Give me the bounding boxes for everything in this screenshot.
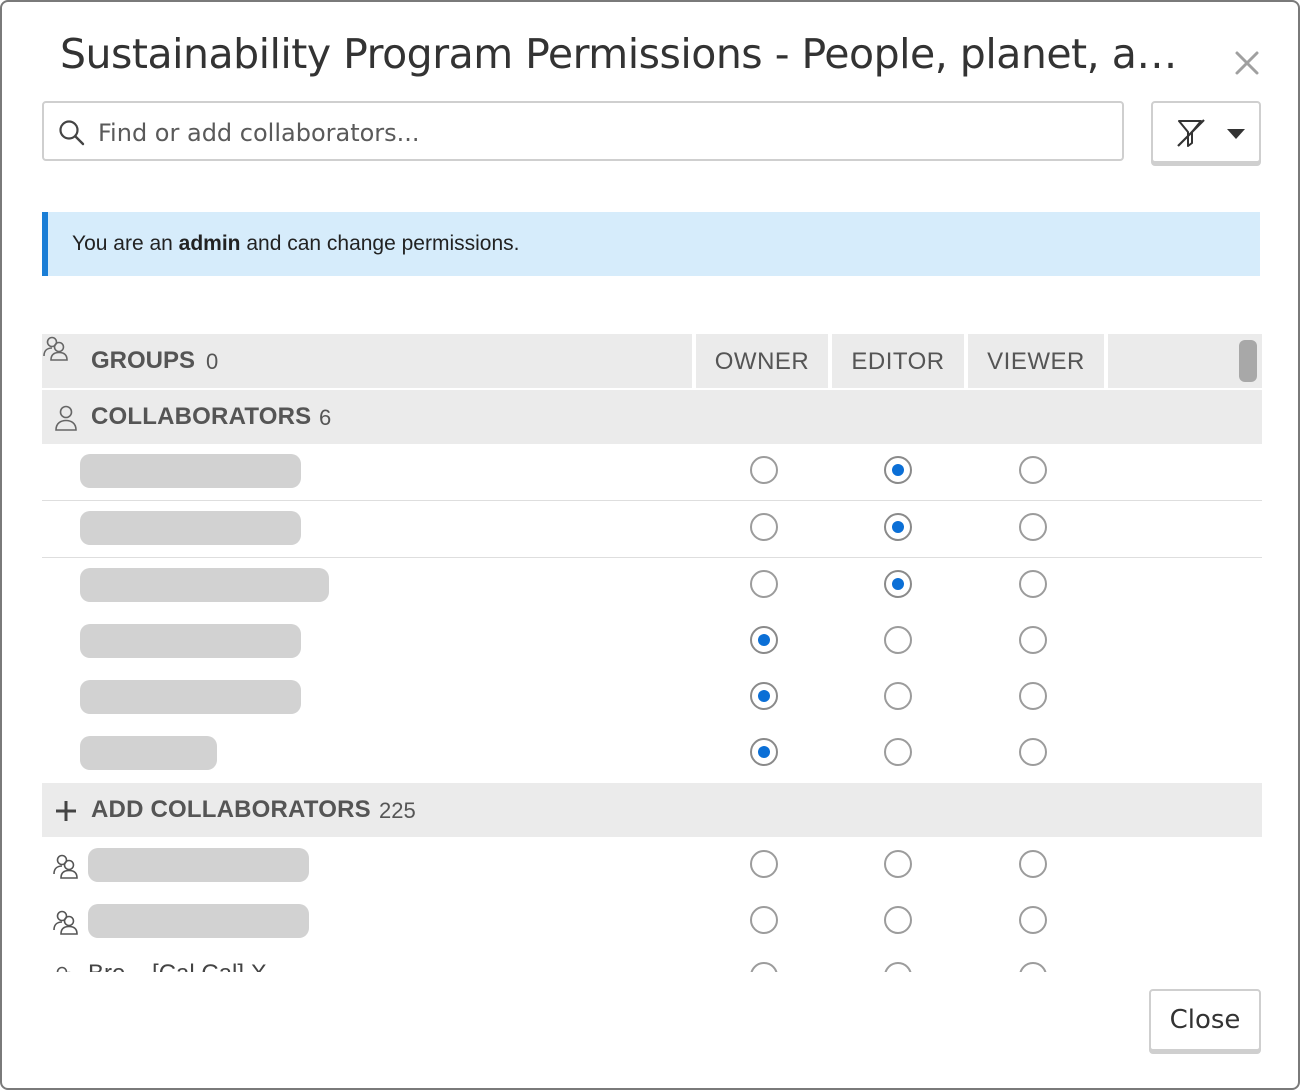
editor-radio[interactable] xyxy=(884,962,912,972)
collaborators-label: COLLABORATORS xyxy=(91,403,312,430)
owner-radio[interactable] xyxy=(750,626,778,654)
viewer-radio[interactable] xyxy=(1019,738,1047,766)
table-row xyxy=(42,670,1262,727)
owner-radio[interactable] xyxy=(750,570,778,598)
editor-radio[interactable] xyxy=(884,570,912,598)
owner-radio[interactable] xyxy=(750,738,778,766)
table-header: GROUPS 0 OWNER EDITOR VIEWER xyxy=(42,334,1262,390)
group-icon xyxy=(52,908,80,936)
filter-off-icon xyxy=(1175,117,1207,149)
table-row xyxy=(42,726,1262,782)
plus-icon xyxy=(52,797,80,825)
table-row xyxy=(42,444,1262,501)
viewer-radio[interactable] xyxy=(1019,682,1047,710)
owner-radio[interactable] xyxy=(750,962,778,972)
permissions-dialog: Sustainability Program Permissions - Peo… xyxy=(0,0,1300,1090)
group-icon xyxy=(52,964,80,972)
viewer-radio[interactable] xyxy=(1019,962,1047,972)
scrollbar-thumb[interactable] xyxy=(1239,340,1257,382)
viewer-radio[interactable] xyxy=(1019,626,1047,654)
collaborator-search xyxy=(42,101,1124,161)
owner-radio[interactable] xyxy=(750,682,778,710)
viewer-column-header: VIEWER xyxy=(968,334,1104,388)
editor-radio[interactable] xyxy=(884,906,912,934)
viewer-radio[interactable] xyxy=(1019,513,1047,541)
viewer-radio[interactable] xyxy=(1019,850,1047,878)
banner-text-prefix: You are an xyxy=(72,232,179,255)
groups-label: GROUPS xyxy=(91,347,196,374)
admin-info-banner: You are an admin and can change permissi… xyxy=(42,212,1260,276)
redacted-name xyxy=(88,904,309,938)
owner-radio[interactable] xyxy=(750,456,778,484)
table-row xyxy=(42,501,1262,558)
collaborators-count: 6 xyxy=(319,405,332,430)
filter-dropdown-button[interactable] xyxy=(1151,101,1261,163)
editor-radio[interactable] xyxy=(884,682,912,710)
redacted-name xyxy=(80,511,301,545)
dialog-title: Sustainability Program Permissions - Peo… xyxy=(60,30,1190,78)
owner-column-header: OWNER xyxy=(696,334,828,388)
redacted-name xyxy=(80,736,217,770)
chevron-down-icon xyxy=(1227,129,1245,139)
collaborators-section-header: COLLABORATORS 6 xyxy=(42,390,1262,444)
add-collaborators-label: ADD COLLABORATORS xyxy=(91,796,371,823)
owner-radio[interactable] xyxy=(750,906,778,934)
table-row xyxy=(42,894,1262,951)
table-row xyxy=(42,558,1262,615)
user-icon xyxy=(52,404,80,432)
table-row xyxy=(42,838,1262,895)
add-collaborators-count: 225 xyxy=(379,798,416,823)
owner-radio[interactable] xyxy=(750,513,778,541)
table-row: Bre... [Cal Cal] X... xyxy=(42,950,1262,972)
partial-row-name: Bre... [Cal Cal] X... xyxy=(88,960,287,972)
editor-radio[interactable] xyxy=(884,738,912,766)
groups-header: GROUPS 0 xyxy=(42,334,692,388)
search-input[interactable] xyxy=(96,113,1110,153)
viewer-radio[interactable] xyxy=(1019,570,1047,598)
redacted-name xyxy=(88,848,309,882)
editor-radio[interactable] xyxy=(884,513,912,541)
editor-radio[interactable] xyxy=(884,456,912,484)
add-collaborators-section-header[interactable]: ADD COLLABORATORS 225 xyxy=(42,783,1262,837)
close-icon[interactable] xyxy=(1230,46,1264,80)
editor-radio[interactable] xyxy=(884,850,912,878)
editor-column-header: EDITOR xyxy=(832,334,964,388)
close-button[interactable]: Close xyxy=(1149,989,1261,1051)
search-icon xyxy=(58,119,86,147)
redacted-name xyxy=(80,680,301,714)
redacted-name xyxy=(80,454,301,488)
editor-radio[interactable] xyxy=(884,626,912,654)
redacted-name xyxy=(80,568,329,602)
banner-role: admin xyxy=(178,232,241,255)
group-icon xyxy=(52,852,80,880)
permissions-table: GROUPS 0 OWNER EDITOR VIEWER COLLABORATO… xyxy=(42,334,1262,972)
table-row xyxy=(42,614,1262,671)
owner-radio[interactable] xyxy=(750,850,778,878)
banner-text-suffix: and can change permissions. xyxy=(240,232,520,255)
viewer-radio[interactable] xyxy=(1019,456,1047,484)
viewer-radio[interactable] xyxy=(1019,906,1047,934)
group-icon xyxy=(42,336,70,366)
redacted-name xyxy=(80,624,301,658)
groups-count: 0 xyxy=(206,349,219,374)
